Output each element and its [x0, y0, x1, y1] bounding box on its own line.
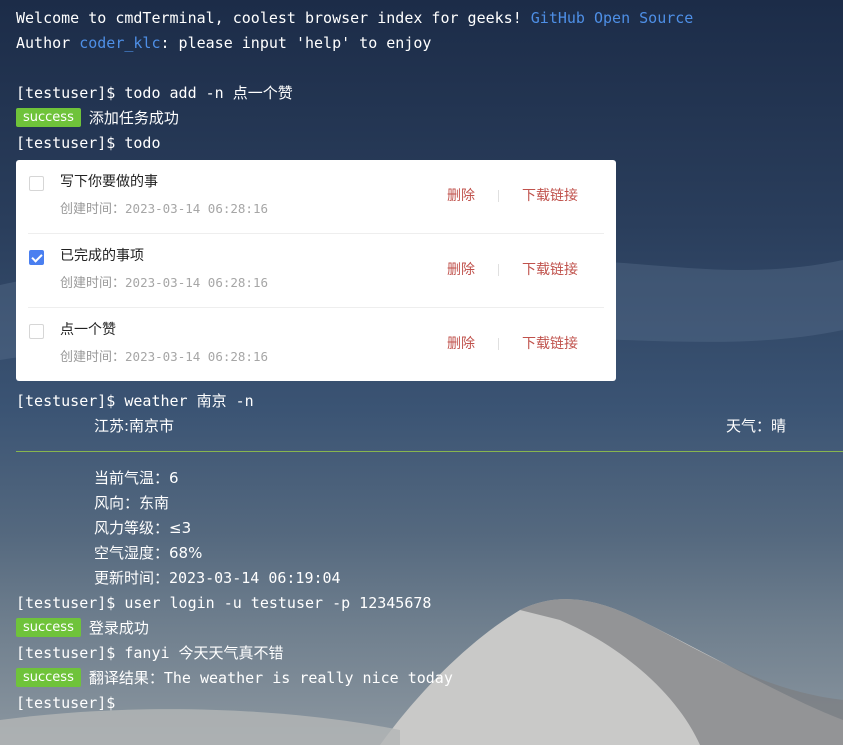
- time-value: 2023-03-14 06:28:16: [125, 275, 269, 290]
- weather-wind-direction: 风向：东南: [94, 494, 170, 512]
- author-line: Author coder_klc: please input 'help' to…: [16, 31, 843, 56]
- todo-item: 写下你要做的事 创建时间：2023-03-14 06:28:16 删除 下载链接: [28, 160, 604, 234]
- prompt: [testuser]$: [16, 134, 116, 152]
- author-suffix: : please input 'help' to enjoy: [160, 34, 432, 52]
- time-value: 2023-03-14 06:28:16: [125, 201, 269, 216]
- weather-updated: 更新时间：2023-03-14 06:19:04: [94, 569, 341, 587]
- command-line: [testuser]$ todo add -n 点一个赞: [16, 81, 843, 106]
- time-value: 2023-03-14 06:28:16: [125, 349, 269, 364]
- weather-header: 江苏:南京市 天气：晴: [16, 414, 843, 439]
- download-link-button[interactable]: 下载链接: [522, 335, 578, 353]
- command-text: todo: [124, 134, 161, 152]
- command-text: weather 南京 -n: [124, 392, 254, 410]
- output-text: 登录成功: [88, 619, 149, 637]
- output-line: success 登录成功: [16, 616, 843, 641]
- weather-condition: 天气：晴: [726, 417, 787, 435]
- weather-divider: [16, 451, 843, 452]
- author-link[interactable]: coder_klc: [79, 34, 160, 52]
- action-divider: [498, 264, 499, 276]
- success-badge: success: [16, 108, 81, 127]
- output-line: success 翻译结果：The weather is really nice t…: [16, 666, 843, 691]
- todo-checkbox[interactable]: [29, 176, 44, 191]
- output-text: 翻译结果：The weather is really nice today: [88, 669, 453, 687]
- prompt: [testuser]$: [16, 694, 116, 712]
- delete-button[interactable]: 删除: [447, 187, 475, 205]
- welcome-line: Welcome to cmdTerminal, coolest browser …: [16, 6, 843, 31]
- todo-created-time: 创建时间：2023-03-14 06:28:16: [60, 274, 268, 293]
- time-label: 创建时间：: [60, 276, 126, 291]
- output-line: success 添加任务成功: [16, 106, 843, 131]
- todo-list: 写下你要做的事 创建时间：2023-03-14 06:28:16 删除 下载链接…: [16, 160, 616, 381]
- author-prefix: Author: [16, 34, 71, 52]
- output-text: 添加任务成功: [88, 109, 179, 127]
- weather-humidity: 空气湿度：68%: [94, 544, 203, 562]
- time-label: 创建时间：: [60, 202, 126, 217]
- terminal[interactable]: Welcome to cmdTerminal, coolest browser …: [0, 0, 843, 716]
- welcome-text: Welcome to cmdTerminal, coolest browser …: [16, 9, 522, 27]
- todo-created-time: 创建时间：2023-03-14 06:28:16: [60, 348, 268, 367]
- command-line: [testuser]$ todo: [16, 131, 843, 156]
- command-text: todo add -n 点一个赞: [124, 84, 293, 102]
- todo-item: 已完成的事项 创建时间：2023-03-14 06:28:16 删除 下载链接: [28, 234, 604, 308]
- command-line: [testuser]$ fanyi 今天天气真不错: [16, 641, 843, 666]
- todo-item: 点一个赞 创建时间：2023-03-14 06:28:16 删除 下载链接: [28, 308, 604, 381]
- download-link-button[interactable]: 下载链接: [522, 261, 578, 279]
- success-badge: success: [16, 618, 81, 637]
- command-line: [testuser]$ user login -u testuser -p 12…: [16, 591, 843, 616]
- success-badge: success: [16, 668, 81, 687]
- input-line[interactable]: [testuser]$: [16, 691, 843, 716]
- todo-checkbox-checked[interactable]: [29, 250, 44, 265]
- time-label: 创建时间：: [60, 350, 126, 365]
- todo-title: 点一个赞: [60, 322, 116, 338]
- weather-wind-level: 风力等级：≤3: [94, 519, 192, 537]
- delete-button[interactable]: 删除: [447, 261, 475, 279]
- todo-title: 已完成的事项: [60, 248, 144, 264]
- weather-temperature: 当前气温：6: [94, 469, 179, 487]
- command-text: fanyi 今天天气真不错: [124, 644, 284, 662]
- delete-button[interactable]: 删除: [447, 335, 475, 353]
- weather-location: 江苏:南京市: [94, 417, 175, 435]
- command-line: [testuser]$ weather 南京 -n: [16, 389, 843, 414]
- action-divider: [498, 190, 499, 202]
- prompt: [testuser]$: [16, 644, 116, 662]
- prompt: [testuser]$: [16, 392, 116, 410]
- github-link[interactable]: GitHub Open Source: [531, 9, 694, 27]
- todo-created-time: 创建时间：2023-03-14 06:28:16: [60, 200, 268, 219]
- todo-checkbox[interactable]: [29, 324, 44, 339]
- command-text: user login -u testuser -p 12345678: [124, 594, 432, 612]
- action-divider: [498, 338, 499, 350]
- todo-title: 写下你要做的事: [60, 174, 158, 190]
- prompt: [testuser]$: [16, 84, 116, 102]
- prompt: [testuser]$: [16, 594, 116, 612]
- download-link-button[interactable]: 下载链接: [522, 187, 578, 205]
